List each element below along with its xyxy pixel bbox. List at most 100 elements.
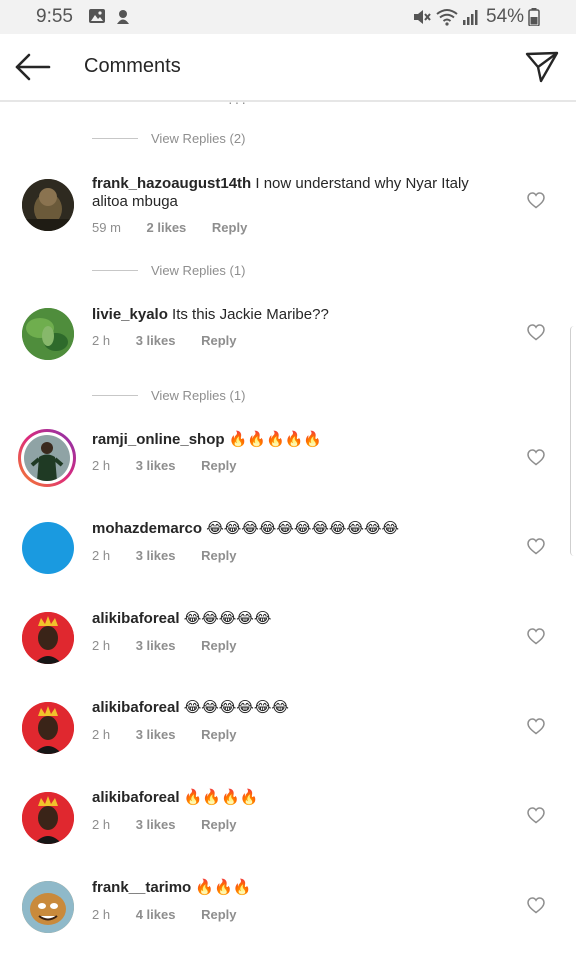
comments-list[interactable]: ··· View Replies (2) frank_hazoaugust14t… bbox=[0, 102, 576, 960]
status-bar: 9:55 54% bbox=[0, 0, 576, 34]
comment-time: 2 h bbox=[92, 458, 111, 473]
view-replies-label: View Replies (1) bbox=[151, 262, 246, 278]
comment-likes[interactable]: 3 likes bbox=[136, 727, 176, 742]
comment-likes[interactable]: 3 likes bbox=[136, 817, 176, 832]
page-title: Comments bbox=[84, 55, 181, 77]
app-icon bbox=[117, 10, 129, 24]
comment-meta: 2 h 4 likes Reply bbox=[92, 907, 259, 922]
scrollbar[interactable] bbox=[570, 326, 576, 556]
avatar-image bbox=[22, 308, 74, 360]
heart-icon[interactable] bbox=[527, 807, 545, 824]
avatar[interactable] bbox=[22, 522, 74, 574]
view-replies-button[interactable]: View Replies (1) bbox=[92, 385, 245, 405]
comment-text: alikibaforeal 🔥🔥🔥🔥 bbox=[92, 789, 502, 807]
heart-icon[interactable] bbox=[527, 538, 545, 555]
avatar-image bbox=[22, 881, 74, 933]
divider-line bbox=[92, 394, 138, 396]
comment-username[interactable]: livie_kyalo bbox=[92, 306, 168, 323]
comment-username[interactable]: alikibaforeal bbox=[92, 699, 180, 716]
comment-body: 😂😂😂😂😂😂😂😂😂😂😂 bbox=[202, 520, 400, 537]
gallery-icon bbox=[89, 9, 105, 23]
comment-likes[interactable]: 3 likes bbox=[136, 458, 176, 473]
wifi-icon bbox=[436, 9, 458, 26]
reply-button[interactable]: Reply bbox=[201, 333, 236, 348]
comment-meta: 2 h 3 likes Reply bbox=[92, 548, 259, 563]
view-replies-button[interactable]: View Replies (1) bbox=[92, 260, 245, 280]
avatar-image bbox=[22, 792, 74, 844]
comment-meta: 2 h 3 likes Reply bbox=[92, 817, 259, 832]
avatar[interactable] bbox=[22, 702, 74, 754]
heart-icon[interactable] bbox=[527, 324, 545, 341]
signal-icon bbox=[463, 10, 478, 25]
comment-likes[interactable]: 3 likes bbox=[136, 333, 176, 348]
comment-username[interactable]: ramji_online_shop bbox=[92, 431, 225, 448]
heart-icon[interactable] bbox=[527, 628, 545, 645]
story-ring[interactable] bbox=[18, 429, 76, 487]
back-arrow-icon[interactable] bbox=[14, 52, 52, 82]
reply-button[interactable]: Reply bbox=[201, 817, 236, 832]
view-replies-label: View Replies (2) bbox=[151, 130, 246, 146]
avatar[interactable] bbox=[22, 881, 74, 933]
battery-icon bbox=[528, 8, 540, 26]
comment-text: ramji_online_shop 🔥🔥🔥🔥🔥 bbox=[92, 431, 502, 449]
avatar[interactable] bbox=[22, 308, 74, 360]
view-replies-button[interactable]: View Replies (2) bbox=[92, 128, 245, 148]
avatar-image bbox=[22, 612, 74, 664]
divider-line bbox=[92, 269, 138, 271]
mute-icon bbox=[414, 10, 431, 24]
comment-likes[interactable]: 2 likes bbox=[147, 220, 187, 235]
avatar[interactable] bbox=[22, 179, 74, 231]
comments-header: Comments bbox=[0, 34, 576, 102]
comment-username[interactable]: mohazdemarco bbox=[92, 520, 202, 537]
divider-line bbox=[92, 137, 138, 139]
status-time: 9:55 bbox=[36, 6, 73, 27]
reply-button[interactable]: Reply bbox=[201, 638, 236, 653]
comment-username[interactable]: alikibaforeal bbox=[92, 789, 180, 806]
view-replies-label: View Replies (1) bbox=[151, 387, 246, 403]
comment-text: mohazdemarco 😂😂😂😂😂😂😂😂😂😂😂 bbox=[92, 520, 502, 538]
comment-username[interactable]: frank_hazoaugust14th bbox=[92, 175, 251, 192]
reply-button[interactable]: Reply bbox=[201, 548, 236, 563]
reply-button[interactable]: Reply bbox=[201, 907, 236, 922]
comment-time: 59 m bbox=[92, 220, 121, 235]
comment-text: alikibaforeal 😂😂😂😂😂 bbox=[92, 610, 502, 628]
avatar-image bbox=[22, 702, 74, 754]
comment-username[interactable]: frank__tarimo bbox=[92, 879, 191, 896]
comment-text: livie_kyalo Its this Jackie Maribe?? bbox=[92, 306, 502, 324]
comment-meta: 59 m 2 likes Reply bbox=[92, 220, 269, 235]
comment-meta: 2 h 3 likes Reply bbox=[92, 458, 259, 473]
comment-likes[interactable]: 3 likes bbox=[136, 548, 176, 563]
comment-text: alikibaforeal 😂😂😂😂😂😂 bbox=[92, 699, 502, 717]
battery-percent: 54% bbox=[486, 6, 525, 27]
comment-body: Its this Jackie Maribe?? bbox=[167, 306, 329, 323]
avatar bbox=[24, 435, 70, 481]
reply-button[interactable]: Reply bbox=[201, 458, 236, 473]
comment-body: 🔥🔥🔥🔥 bbox=[179, 789, 259, 806]
comment-text: frank__tarimo 🔥🔥🔥 bbox=[92, 879, 502, 897]
avatar[interactable] bbox=[22, 612, 74, 664]
send-icon[interactable] bbox=[524, 50, 560, 84]
comment-body: 😂😂😂😂😂 bbox=[179, 610, 272, 627]
heart-icon[interactable] bbox=[527, 897, 545, 914]
comment-time: 2 h bbox=[92, 333, 111, 348]
avatar-image bbox=[22, 179, 74, 231]
comment-time: 2 h bbox=[92, 548, 111, 563]
comment-text: frank_hazoaugust14th I now understand wh… bbox=[92, 175, 502, 211]
comment-username[interactable]: alikibaforeal bbox=[92, 610, 180, 627]
heart-icon[interactable] bbox=[527, 449, 545, 466]
comment-time: 2 h bbox=[92, 727, 111, 742]
comment-likes[interactable]: 3 likes bbox=[136, 638, 176, 653]
heart-icon[interactable] bbox=[527, 718, 545, 735]
avatar-image bbox=[24, 435, 70, 481]
reply-button[interactable]: Reply bbox=[201, 727, 236, 742]
comment-time: 2 h bbox=[92, 638, 111, 653]
reply-button[interactable]: Reply bbox=[212, 220, 247, 235]
comment-body: 😂😂😂😂😂😂 bbox=[179, 699, 289, 716]
heart-icon[interactable] bbox=[527, 192, 545, 209]
avatar[interactable] bbox=[22, 792, 74, 844]
comment-time: 2 h bbox=[92, 817, 111, 832]
comment-meta: 2 h 3 likes Reply bbox=[92, 727, 259, 742]
comment-time: 2 h bbox=[92, 907, 111, 922]
comment-likes[interactable]: 4 likes bbox=[136, 907, 176, 922]
comment-body: 🔥🔥🔥🔥🔥 bbox=[224, 431, 323, 448]
